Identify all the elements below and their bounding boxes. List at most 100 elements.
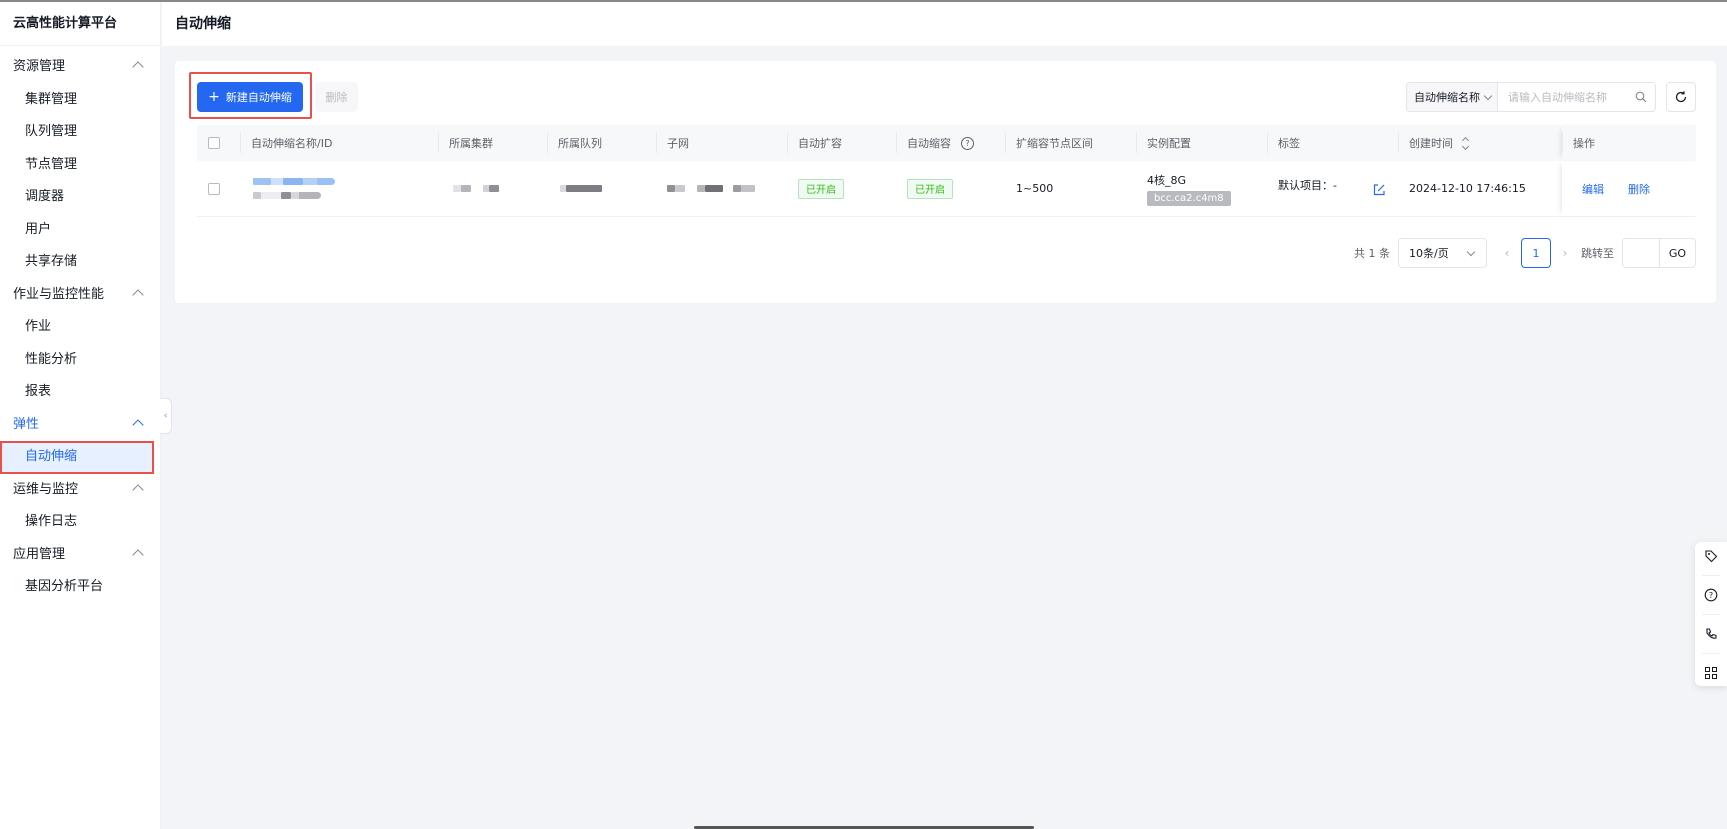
column-header-label: 创建时间 xyxy=(1409,137,1453,150)
tags-text: 默认项目：- xyxy=(1278,179,1337,192)
sidebar-item-operation-log[interactable]: 操作日志 xyxy=(0,506,160,539)
redacted-name[interactable] xyxy=(253,178,335,185)
chevron-up-icon xyxy=(132,61,144,73)
create-button-label: 新建自动伸缩 xyxy=(225,91,292,104)
go-button[interactable]: GO xyxy=(1660,238,1696,268)
cluster-cell xyxy=(438,161,547,216)
chevron-left-icon: ‹ xyxy=(163,411,168,421)
column-header: 子网 xyxy=(656,125,787,161)
page-size-value: 10条/页 xyxy=(1409,247,1449,260)
jump-label: 跳转至 xyxy=(1581,247,1614,260)
status-badge: 已开启 xyxy=(798,178,844,199)
search-field-value: 自动伸缩名称 xyxy=(1414,91,1480,104)
created-at-cell: 2024-12-10 17:46:15 xyxy=(1409,182,1526,195)
column-header: 自动扩容 xyxy=(787,125,896,161)
nav-group-jobs-monitoring[interactable]: 作业与监控性能 xyxy=(0,279,160,312)
table-row: 已开启 已开启 1~500 4核_8G bcc.ca2.c4m8 默认项目：- … xyxy=(197,161,1696,217)
sidebar-item-shared-storage[interactable]: 共享存储 xyxy=(0,246,160,279)
svg-text:?: ? xyxy=(1709,591,1713,600)
sidebar-item-clusters[interactable]: 集群管理 xyxy=(0,84,160,117)
column-header-created-at[interactable]: 创建时间 xyxy=(1398,125,1562,161)
redacted-subnet xyxy=(667,185,755,192)
tag-icon[interactable] xyxy=(1703,548,1719,564)
refresh-button[interactable] xyxy=(1666,82,1696,112)
content-card: + 新建自动伸缩 删除 自动伸缩名称 自动伸缩名称/ID 所属集群 所属队列 子… xyxy=(175,61,1716,303)
row-checkbox[interactable] xyxy=(208,182,220,195)
prev-page-button[interactable]: ‹ xyxy=(1497,246,1517,260)
select-all-checkbox[interactable] xyxy=(208,137,220,149)
node-range-cell: 1~500 xyxy=(1016,182,1054,195)
actions-cell: 编辑 删除 xyxy=(1562,161,1696,216)
column-header-label: 自动缩容 xyxy=(907,137,951,150)
redacted-id xyxy=(253,192,321,199)
phone-icon[interactable] xyxy=(1703,626,1719,642)
sidebar-item-scheduler[interactable]: 调度器 xyxy=(0,181,160,214)
chevron-up-icon xyxy=(132,288,144,301)
table-header: 自动伸缩名称/ID 所属集群 所属队列 子网 自动扩容 自动缩容 ? 扩缩容节点… xyxy=(197,125,1696,161)
status-badge: 已开启 xyxy=(907,178,953,199)
sidebar-item-jobs[interactable]: 作业 xyxy=(0,311,160,344)
auto-scaling-table: 自动伸缩名称/ID 所属集群 所属队列 子网 自动扩容 自动缩容 ? 扩缩容节点… xyxy=(197,125,1696,217)
search-icon[interactable] xyxy=(1635,91,1647,103)
queue-cell xyxy=(547,161,656,216)
page-title: 自动伸缩 xyxy=(162,2,1727,46)
auto-scale-down-cell: 已开启 xyxy=(896,161,1005,216)
platform-title: 云高性能计算平台 xyxy=(0,2,160,46)
sidebar-item-users[interactable]: 用户 xyxy=(0,214,160,247)
total-count: 共 1 条 xyxy=(1354,247,1390,260)
edit-tag-icon[interactable] xyxy=(1372,183,1386,197)
nav-group-label: 作业与监控性能 xyxy=(13,286,105,302)
help-icon[interactable]: ? xyxy=(961,136,974,150)
column-header: 操作 xyxy=(1562,125,1696,161)
nav-group-ops-monitoring[interactable]: 运维与监控 xyxy=(0,474,160,507)
next-page-button[interactable]: › xyxy=(1555,246,1575,260)
spec-text: 4核_8G xyxy=(1147,173,1187,187)
refresh-icon xyxy=(1675,91,1687,103)
sidebar-nav: 资源管理 集群管理 队列管理 节点管理 调度器 用户 共享存储 作业与监控性能 … xyxy=(0,46,160,604)
column-header-auto-scale-down: 自动缩容 ? xyxy=(896,125,1005,161)
column-header: 实例配置 xyxy=(1136,125,1267,161)
nav-group-label: 资源管理 xyxy=(13,59,66,74)
plus-icon: + xyxy=(208,89,220,105)
sidebar-item-auto-scaling[interactable]: 自动伸缩 xyxy=(0,441,154,474)
chevron-up-icon xyxy=(132,418,144,431)
search-input[interactable] xyxy=(1498,83,1655,111)
sidebar-collapse-handle[interactable]: ‹ xyxy=(160,398,172,434)
edit-link[interactable]: 编辑 xyxy=(1582,181,1604,197)
chevron-up-icon xyxy=(132,548,144,561)
sidebar-item-gene-analysis[interactable]: 基因分析平台 xyxy=(0,571,160,604)
tags-cell: 默认项目：- xyxy=(1267,161,1398,216)
sidebar-item-reports[interactable]: 报表 xyxy=(0,376,160,409)
sort-icon[interactable] xyxy=(1461,136,1470,150)
name-id-cell xyxy=(240,161,438,216)
spec-type-badge: bcc.ca2.c4m8 xyxy=(1147,190,1231,206)
column-header: 所属集群 xyxy=(438,125,547,161)
row-select-cell xyxy=(197,161,240,216)
search-field-select[interactable]: 自动伸缩名称 xyxy=(1407,83,1498,111)
jump-page-input[interactable] xyxy=(1622,238,1660,268)
nav-group-app-management[interactable]: 应用管理 xyxy=(0,539,160,572)
delete-button[interactable]: 删除 xyxy=(315,82,358,112)
grid-apps-icon[interactable] xyxy=(1703,665,1719,681)
select-all-cell xyxy=(197,125,240,161)
search-box: 自动伸缩名称 xyxy=(1406,82,1656,112)
sidebar-item-nodes[interactable]: 节点管理 xyxy=(0,149,160,182)
help-circle-icon[interactable]: ? xyxy=(1703,587,1719,603)
redacted-queue xyxy=(560,185,602,192)
nav-group-resource-management[interactable]: 资源管理 xyxy=(0,51,160,84)
floating-toolbar: ? xyxy=(1695,542,1727,686)
sidebar-item-performance[interactable]: 性能分析 xyxy=(0,344,160,377)
nav-group-label: 弹性 xyxy=(13,416,40,432)
chevron-up-icon xyxy=(132,483,144,496)
delete-link[interactable]: 删除 xyxy=(1628,181,1650,197)
column-header: 所属队列 xyxy=(547,125,656,161)
create-auto-scaling-button[interactable]: + 新建自动伸缩 xyxy=(197,82,303,112)
sidebar-item-queues[interactable]: 队列管理 xyxy=(0,116,160,149)
nav-group-elastic[interactable]: 弹性 xyxy=(0,409,160,442)
sidebar: 云高性能计算平台 资源管理 集群管理 队列管理 节点管理 调度器 用户 共享存储… xyxy=(0,2,161,829)
chevron-down-icon xyxy=(1466,247,1476,257)
page-button-current[interactable]: 1 xyxy=(1521,238,1551,268)
auto-scale-up-cell: 已开启 xyxy=(787,161,896,216)
page-size-select[interactable]: 10条/页 xyxy=(1398,238,1487,268)
nav-group-label: 运维与监控 xyxy=(13,481,79,497)
